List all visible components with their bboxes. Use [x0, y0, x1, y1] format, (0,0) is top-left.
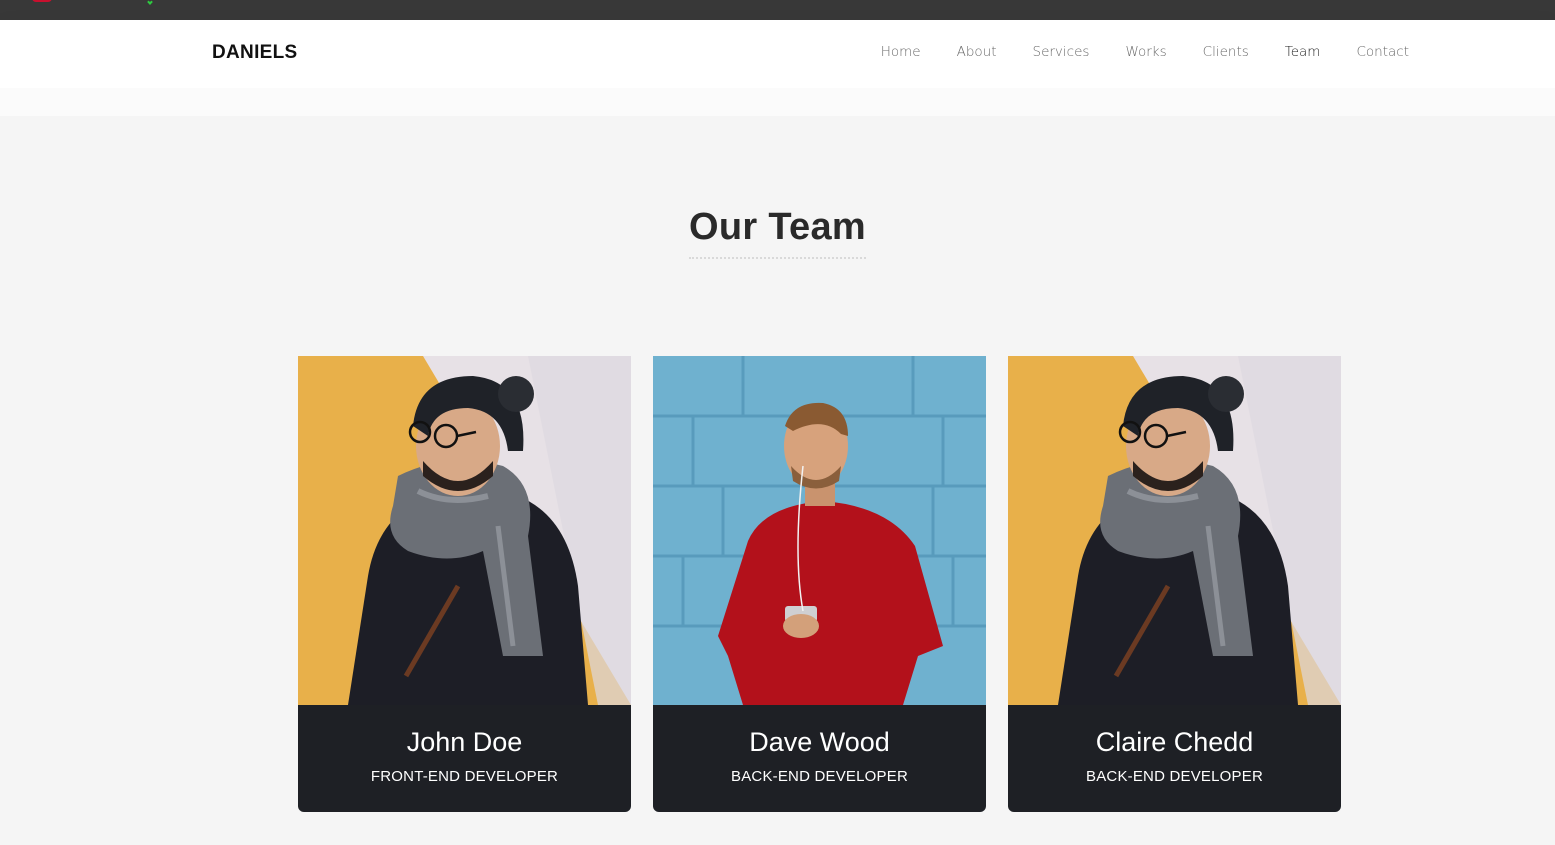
site-navbar: DANIELS Home About Services Works Client… — [0, 20, 1555, 88]
browser-top-bar — [0, 0, 1555, 20]
nav-contact[interactable]: Contact — [1356, 44, 1409, 60]
main-nav: Home About Services Works Clients Team C… — [881, 44, 1409, 60]
nav-about[interactable]: About — [957, 44, 997, 60]
nav-home[interactable]: Home — [881, 44, 921, 60]
check-icon — [147, 0, 153, 5]
man-red-sweater-photo — [653, 356, 986, 705]
nav-clients[interactable]: Clients — [1203, 44, 1249, 60]
card-info: Dave Wood BACK-END DEVELOPER — [653, 705, 986, 812]
card-info: Claire Chedd BACK-END DEVELOPER — [1008, 705, 1341, 812]
team-card[interactable]: John Doe FRONT-END DEVELOPER — [298, 356, 631, 812]
member-role: BACK-END DEVELOPER — [731, 768, 908, 785]
team-card[interactable]: Claire Chedd BACK-END DEVELOPER — [1008, 356, 1341, 812]
man-beanie-scarf-photo — [298, 356, 631, 705]
team-card[interactable]: Dave Wood BACK-END DEVELOPER — [653, 356, 986, 812]
man-beanie-scarf-photo — [1008, 356, 1341, 705]
nav-works[interactable]: Works — [1125, 44, 1166, 60]
red-tab-icon — [32, 0, 52, 2]
section-title: Our Team — [689, 206, 866, 259]
member-name: Claire Chedd — [1095, 727, 1254, 757]
section-title-wrap: Our Team — [0, 206, 1555, 259]
nav-services[interactable]: Services — [1033, 44, 1090, 60]
member-role: FRONT-END DEVELOPER — [370, 768, 559, 785]
site-logo[interactable]: DANIELS — [212, 42, 298, 64]
card-info: John Doe FRONT-END DEVELOPER — [298, 705, 631, 812]
header-shadow-band — [0, 88, 1555, 116]
member-name: Dave Wood — [749, 727, 890, 757]
member-role: BACK-END DEVELOPER — [1086, 768, 1263, 785]
nav-team[interactable]: Team — [1285, 44, 1321, 60]
member-name: John Doe — [406, 727, 523, 757]
